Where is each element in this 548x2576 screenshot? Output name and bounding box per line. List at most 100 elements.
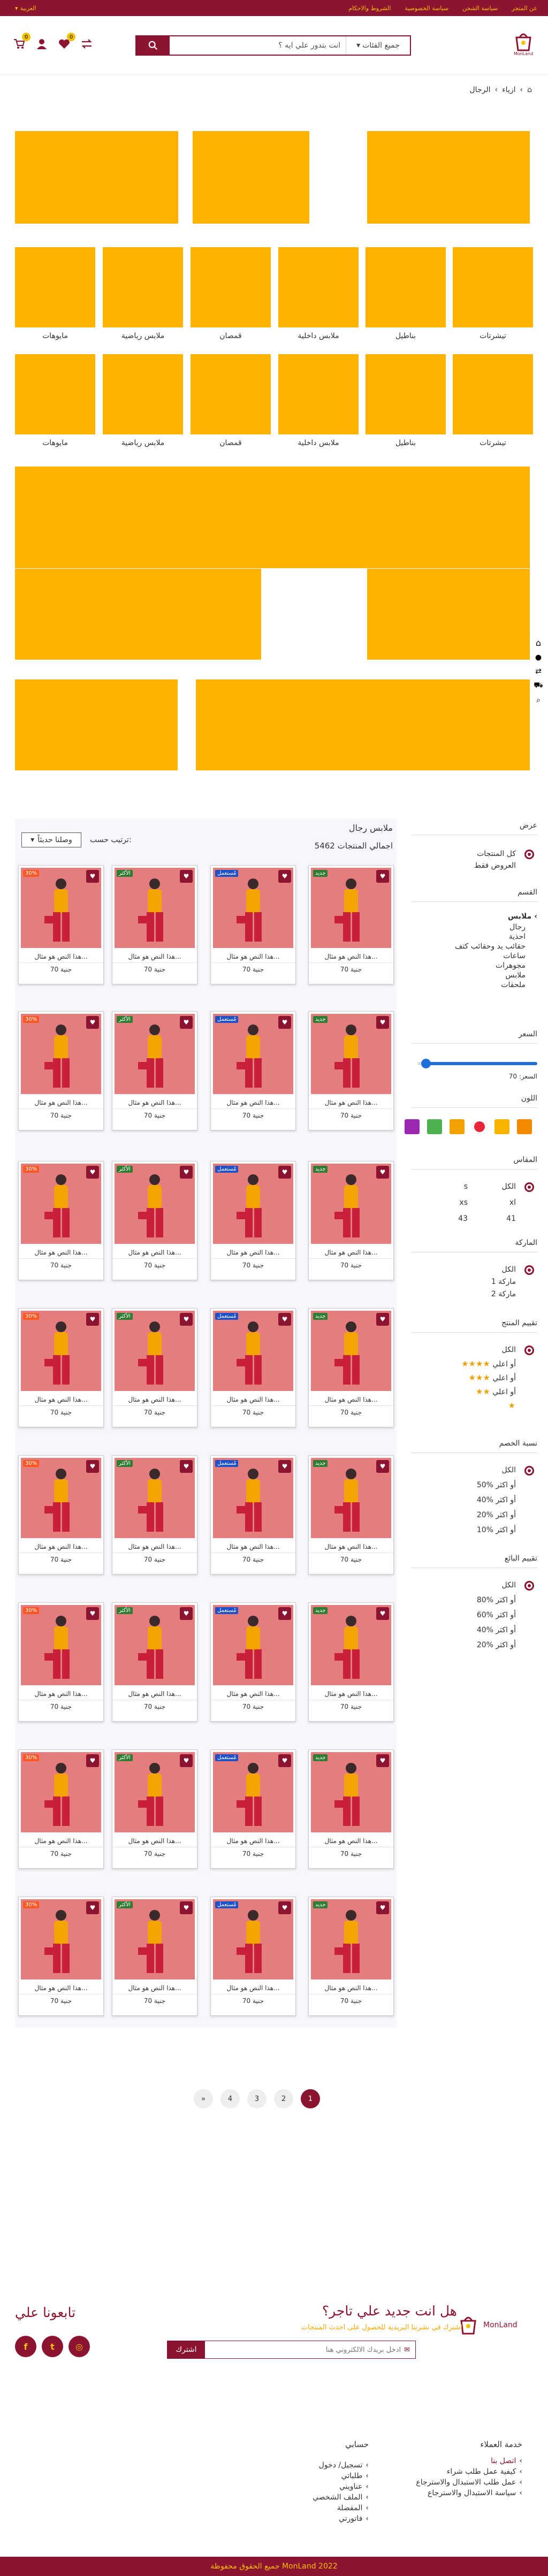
- wishlist-toggle-button[interactable]: ♥: [180, 1313, 193, 1326]
- product-description[interactable]: هذا النص هو مثال...: [309, 1543, 393, 1550]
- wishlist-toggle-button[interactable]: ♥: [86, 870, 99, 883]
- home-icon[interactable]: ⌂: [536, 638, 541, 648]
- footer-link[interactable]: ‹ عمل طلب الاستبدال والاسترجاع: [416, 2477, 522, 2488]
- wishlist-toggle-button[interactable]: ♥: [278, 1016, 291, 1029]
- wishlist-toggle-button[interactable]: ♥: [86, 1460, 99, 1473]
- product-description[interactable]: هذا النص هو مثال...: [211, 1690, 295, 1698]
- product-card[interactable]: الأكثر ♥ هذا النص هو مثال... 70 جنية: [112, 1897, 197, 2016]
- product-card[interactable]: الأكثر ♥ هذا النص هو مثال... 70 جنية: [112, 1749, 197, 1869]
- product-card[interactable]: 30% ♥ هذا النص هو مثال... 70 جنية: [18, 1455, 104, 1574]
- product-card[interactable]: مُستعمل ♥ هذا النص هو مثال... 70 جنية: [210, 1161, 296, 1280]
- radio-view-all[interactable]: [524, 850, 534, 859]
- cart-button[interactable]: 0: [13, 33, 31, 50]
- promo-banner[interactable]: [15, 679, 178, 770]
- product-description[interactable]: هذا النص هو مثال...: [211, 1249, 295, 1256]
- product-card[interactable]: 30% ♥ هذا النص هو مثال... 70 جنية: [18, 1308, 104, 1427]
- category-tile[interactable]: [15, 247, 95, 327]
- page-button-4[interactable]: 4: [220, 2089, 240, 2108]
- product-card[interactable]: جديد ♥ هذا النص هو مثال... 70 جنية: [308, 1011, 394, 1130]
- newsletter-email-input[interactable]: ادخل بريدك الالكتروني هنا ✉: [205, 2341, 415, 2358]
- banner[interactable]: [15, 131, 178, 224]
- wishlist-toggle-button[interactable]: ♥: [180, 1460, 193, 1473]
- product-card[interactable]: مُستعمل ♥ هذا النص هو مثال... 70 جنية: [210, 865, 296, 984]
- product-card[interactable]: الأكثر ♥ هذا النص هو مثال... 70 جنية: [112, 1455, 197, 1574]
- wishlist-toggle-button[interactable]: ♥: [376, 1460, 389, 1473]
- filter-section-item[interactable]: مجوهرات: [496, 961, 526, 970]
- product-card[interactable]: 30% ♥ هذا النص هو مثال... 70 جنية: [18, 1749, 104, 1869]
- product-description[interactable]: هذا النص هو مثال...: [112, 1837, 197, 1845]
- product-description[interactable]: هذا النص هو مثال...: [211, 953, 295, 960]
- product-description[interactable]: هذا النص هو مثال...: [112, 1984, 197, 1992]
- page-button-2[interactable]: 2: [274, 2089, 293, 2108]
- product-card[interactable]: جديد ♥ هذا النص هو مثال... 70 جنية: [308, 1161, 394, 1280]
- product-card[interactable]: 30% ♥ هذا النص هو مثال... 70 جنية: [18, 865, 104, 984]
- filter-section-item[interactable]: حقائب يد وحقائب كتف: [455, 942, 526, 951]
- product-card[interactable]: جديد ♥ هذا النص هو مثال... 70 جنية: [308, 1602, 394, 1722]
- product-description[interactable]: هذا النص هو مثال...: [309, 1837, 393, 1845]
- wishlist-toggle-button[interactable]: ♥: [376, 1754, 389, 1767]
- language-select[interactable]: ▾ العربية: [15, 0, 36, 16]
- banner[interactable]: [193, 131, 309, 224]
- product-card[interactable]: جديد ♥ هذا النص هو مثال... 70 جنية: [308, 1897, 394, 2016]
- wishlist-toggle-button[interactable]: ♥: [278, 1460, 291, 1473]
- wishlist-toggle-button[interactable]: ♥: [86, 1166, 99, 1179]
- category-tile[interactable]: [278, 247, 359, 327]
- category-label[interactable]: تيشرتات: [453, 332, 533, 340]
- product-description[interactable]: هذا النص هو مثال...: [112, 1396, 197, 1403]
- footer-link[interactable]: ‹ سياسة الاستبدال والاسترجاع: [416, 2488, 522, 2498]
- product-description[interactable]: هذا النص هو مثال...: [309, 1690, 393, 1698]
- category-tile[interactable]: [453, 247, 533, 327]
- product-description[interactable]: هذا النص هو مثال...: [309, 1396, 393, 1403]
- filter-seller-option[interactable]: 40% أو اكثر: [477, 1626, 516, 1634]
- page-next-button[interactable]: »: [194, 2089, 213, 2108]
- wishlist-toggle-button[interactable]: ♥: [376, 1313, 389, 1326]
- price-slider-handle[interactable]: [421, 1059, 431, 1068]
- footer-link[interactable]: ‹ طلباتي: [313, 2471, 369, 2481]
- wishlist-toggle-button[interactable]: ♥: [376, 1016, 389, 1029]
- product-card[interactable]: مُستعمل ♥ هذا النص هو مثال... 70 جنية: [210, 1897, 296, 2016]
- category-tile[interactable]: [191, 354, 271, 434]
- product-card[interactable]: مُستعمل ♥ هذا النص هو مثال... 70 جنية: [210, 1455, 296, 1574]
- wishlist-toggle-button[interactable]: ♥: [86, 1313, 99, 1326]
- wishlist-toggle-button[interactable]: ♥: [278, 1901, 291, 1914]
- category-label[interactable]: قمصان: [191, 439, 271, 447]
- topbar-link-about[interactable]: عن المتجر: [512, 5, 537, 12]
- product-card[interactable]: 30% ♥ هذا النص هو مثال... 70 جنية: [18, 1897, 104, 2016]
- filter-discount-option[interactable]: 40% أو اكثر: [477, 1496, 516, 1504]
- category-select[interactable]: ▾ جميع الفئات: [346, 36, 410, 55]
- wishlist-toggle-button[interactable]: ♥: [180, 1754, 193, 1767]
- product-card[interactable]: الأكثر ♥ هذا النص هو مثال... 70 جنية: [112, 1161, 197, 1280]
- category-label[interactable]: مايوهات: [15, 439, 95, 447]
- color-swatch[interactable]: [517, 1119, 532, 1134]
- filter-seller-option[interactable]: 60% أو اكثر: [477, 1611, 516, 1619]
- wishlist-toggle-button[interactable]: ♥: [180, 1166, 193, 1179]
- wishlist-toggle-button[interactable]: ♥: [86, 1607, 99, 1620]
- category-tile[interactable]: [15, 354, 95, 434]
- promo-banner[interactable]: [15, 567, 16, 568]
- product-description[interactable]: هذا النص هو مثال...: [112, 1690, 197, 1698]
- radio-rating-all[interactable]: [524, 1346, 534, 1355]
- product-card[interactable]: 30% ♥ هذا النص هو مثال... 70 جنية: [18, 1011, 104, 1130]
- promo-banner[interactable]: [196, 679, 530, 770]
- product-description[interactable]: هذا النص هو مثال...: [112, 1249, 197, 1256]
- search-input[interactable]: انت بتدور علي ايه ؟: [170, 36, 346, 55]
- wishlist-toggle-button[interactable]: ♥: [86, 1754, 99, 1767]
- banner[interactable]: [367, 131, 530, 224]
- category-tile[interactable]: [103, 247, 183, 327]
- wishlist-toggle-button[interactable]: ♥: [278, 1313, 291, 1326]
- category-tile[interactable]: [366, 247, 446, 327]
- product-card[interactable]: الأكثر ♥ هذا النص هو مثال... 70 جنية: [112, 1602, 197, 1722]
- product-card[interactable]: الأكثر ♥ هذا النص هو مثال... 70 جنية: [112, 1011, 197, 1130]
- compare-arrows-icon[interactable]: ⇄: [535, 667, 542, 676]
- product-description[interactable]: هذا النص هو مثال...: [19, 1249, 103, 1256]
- product-description[interactable]: هذا النص هو مثال...: [19, 1099, 103, 1106]
- topbar-link-terms[interactable]: الشروط والاحكام: [348, 5, 391, 12]
- footer-link[interactable]: ‹ عناويني: [313, 2481, 369, 2492]
- filter-section-item[interactable]: رجال: [509, 923, 526, 931]
- product-card[interactable]: جديد ♥ هذا النص هو مثال... 70 جنية: [308, 865, 394, 984]
- category-tile[interactable]: [278, 354, 359, 434]
- filter-rating-option[interactable]: ★★ أو اعلي: [476, 1387, 516, 1396]
- home-icon[interactable]: ⌂: [527, 86, 532, 94]
- wishlist-toggle-button[interactable]: ♥: [376, 1901, 389, 1914]
- category-label[interactable]: ملابس رياضية: [103, 439, 183, 447]
